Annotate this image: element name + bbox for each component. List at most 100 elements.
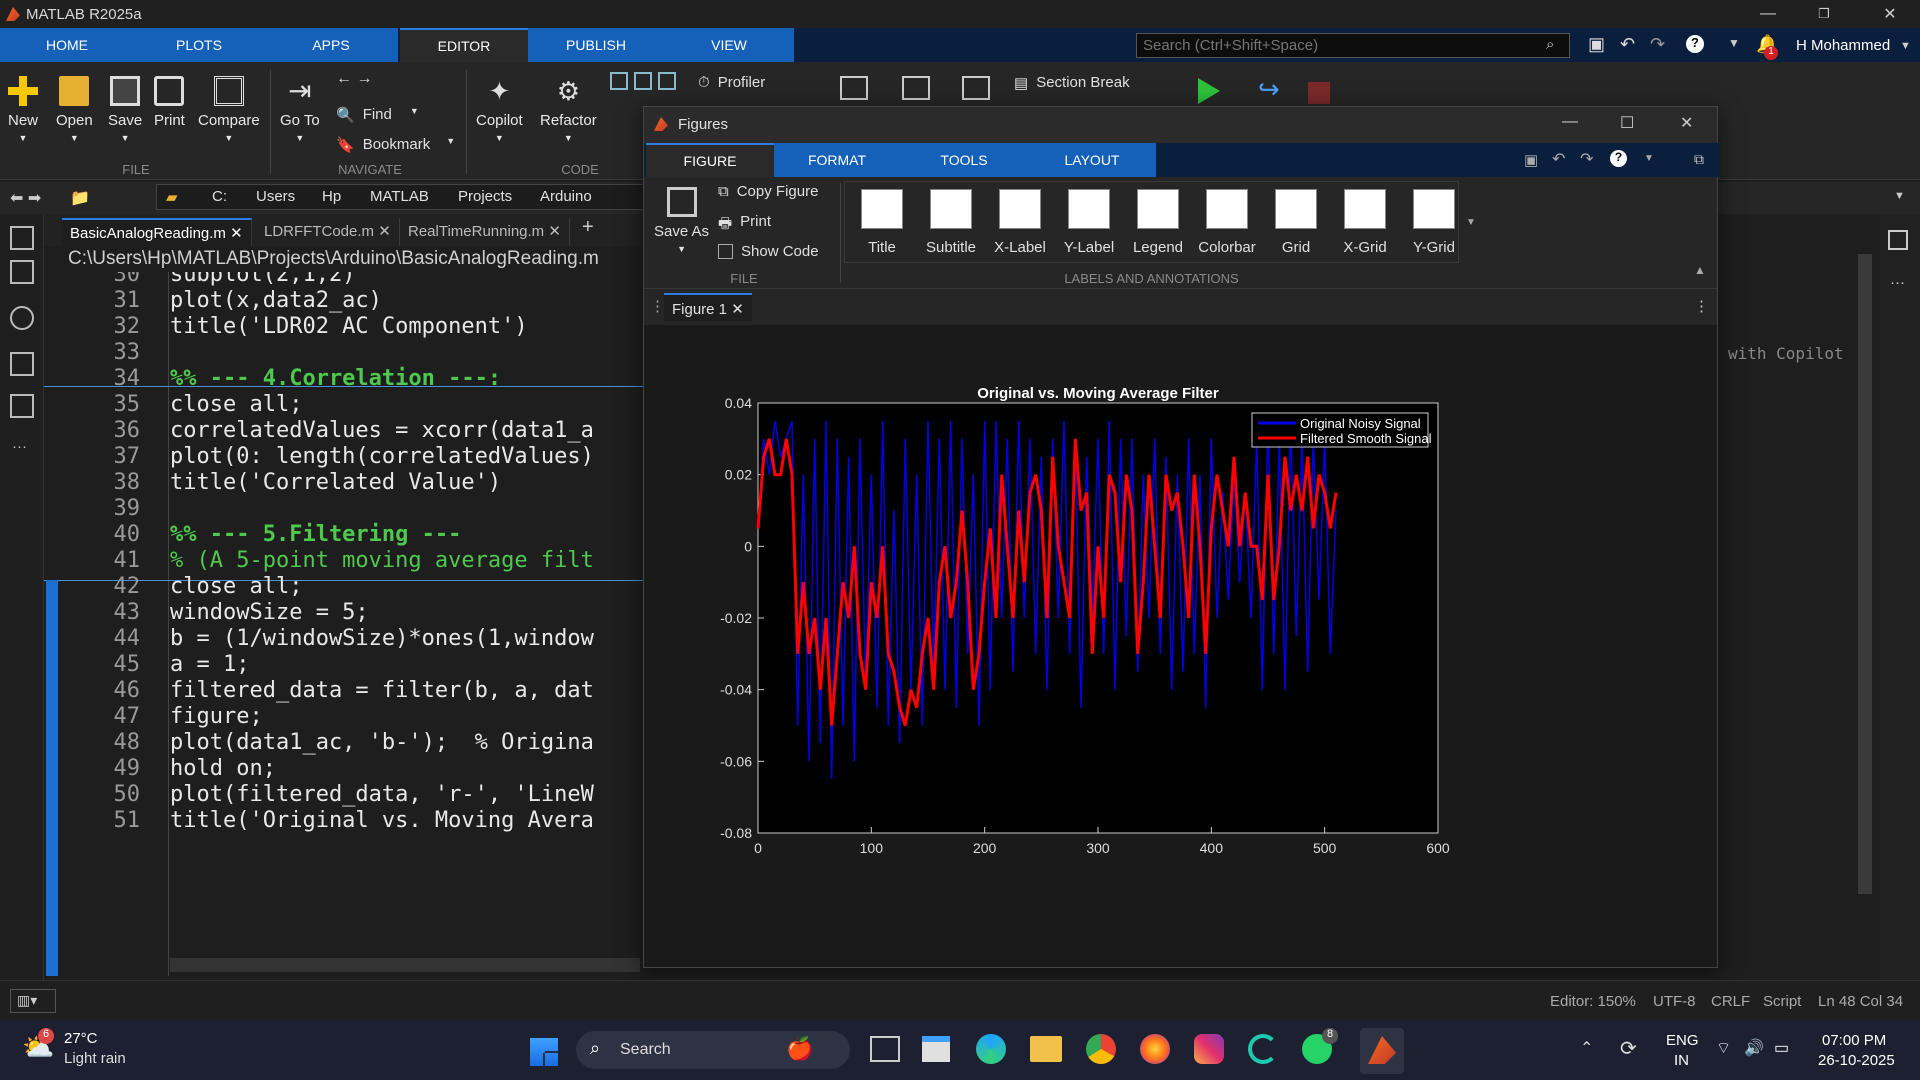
windows-start-icon[interactable] bbox=[530, 1038, 558, 1066]
section-icon[interactable] bbox=[962, 76, 990, 100]
code-line[interactable]: title('Correlated Value') bbox=[170, 470, 501, 495]
plot-svg[interactable]: 0 100 200 300 400 500 600 0.04 0.02 0 -0.02 -0.04 -0… bbox=[644, 325, 1717, 967]
drag-handle-icon[interactable]: ⋮ bbox=[650, 297, 665, 315]
help-icon[interactable]: ? bbox=[1610, 150, 1627, 167]
gallery-y-grid-button[interactable]: Y-Grid bbox=[1408, 189, 1460, 256]
tray-chevron-icon[interactable]: ⌃ bbox=[1580, 1038, 1593, 1058]
minimize-button[interactable]: — bbox=[1740, 0, 1796, 28]
tab-home[interactable]: HOME bbox=[0, 28, 134, 62]
code-line[interactable]: plot(0: length(correlatedValues) bbox=[170, 444, 594, 469]
gallery-title-button[interactable]: Title bbox=[856, 189, 908, 256]
code-tool-icon[interactable] bbox=[610, 72, 628, 90]
app-icon[interactable] bbox=[1248, 1034, 1278, 1064]
code-line[interactable]: hold on; bbox=[170, 756, 276, 781]
editor-tab-basicanalog[interactable]: BasicAnalogReading.m ✕ bbox=[62, 218, 252, 246]
history-icon[interactable] bbox=[10, 306, 34, 330]
volume-icon[interactable]: 🔊 bbox=[1744, 1038, 1764, 1058]
user-name[interactable]: H Mohammed bbox=[1796, 37, 1890, 54]
copy-figure-button[interactable]: ⧉ Copy Figure bbox=[718, 183, 818, 200]
save-button[interactable]: Save ▼ bbox=[108, 76, 142, 143]
help-icon[interactable]: ? bbox=[1686, 35, 1704, 53]
code-line[interactable]: b = (1/windowSize)*ones(1,window bbox=[170, 626, 594, 651]
gallery-colorbar-button[interactable]: Colorbar bbox=[1198, 189, 1256, 256]
find-button[interactable]: 🔍 Find ▼ bbox=[336, 106, 419, 124]
tab-view[interactable]: VIEW bbox=[664, 28, 794, 62]
copilot-button[interactable]: ✦ Copilot ▼ bbox=[476, 76, 523, 143]
tab-apps[interactable]: APPS bbox=[264, 28, 398, 62]
editor-tab-realtime[interactable]: RealTimeRunning.m ✕ bbox=[400, 218, 570, 246]
panel-toggle-icon[interactable]: ▥▾ bbox=[10, 989, 56, 1013]
stop-icon[interactable] bbox=[1308, 82, 1330, 104]
more-icon[interactable]: ··· bbox=[1890, 274, 1905, 291]
code-line[interactable]: title('LDR02 AC Component') bbox=[170, 314, 528, 339]
language-code[interactable]: ENG bbox=[1666, 1032, 1699, 1049]
figure-1-tab[interactable]: Figure 1 ✕ bbox=[664, 293, 752, 321]
goto-button[interactable]: ⇥ Go To ▼ bbox=[280, 76, 320, 144]
back-icon[interactable]: ⬅ ➡ bbox=[10, 188, 41, 208]
open-button[interactable]: Open ▼ bbox=[56, 76, 93, 143]
search-input[interactable] bbox=[1136, 33, 1570, 58]
task-view-icon[interactable] bbox=[870, 1036, 900, 1062]
minimize-button[interactable]: — bbox=[1562, 113, 1578, 131]
undock-icon[interactable]: ⧉ bbox=[1694, 151, 1704, 168]
code-line[interactable]: filtered_data = filter(b, a, dat bbox=[170, 678, 594, 703]
store-icon[interactable] bbox=[922, 1036, 950, 1062]
files-icon[interactable] bbox=[10, 226, 34, 250]
code-line[interactable]: correlatedValues = xcorr(data1_a bbox=[170, 418, 594, 443]
filetype-status[interactable]: Script bbox=[1763, 993, 1801, 1010]
gallery-subtitle-button[interactable]: Subtitle bbox=[925, 189, 977, 256]
bookmark-button[interactable]: 🔖 Bookmark ▼ bbox=[336, 136, 455, 154]
tab-layout[interactable]: LAYOUT bbox=[1028, 143, 1156, 177]
code-line[interactable]: % (A 5-point moving average filt bbox=[170, 548, 594, 573]
search-icon[interactable]: ⌕ bbox=[1546, 36, 1554, 53]
eol-status[interactable]: CRLF bbox=[1711, 993, 1750, 1010]
close-icon[interactable]: ✕ bbox=[731, 301, 744, 318]
show-code-checkbox[interactable]: Show Code bbox=[718, 243, 819, 260]
code-line[interactable]: a = 1; bbox=[170, 652, 249, 677]
user-menu-chevron-icon[interactable]: ▼ bbox=[1900, 40, 1911, 52]
instagram-icon[interactable] bbox=[1194, 1034, 1224, 1064]
chrome-icon[interactable] bbox=[1086, 1034, 1116, 1064]
encoding-status[interactable]: UTF-8 bbox=[1653, 993, 1696, 1010]
code-line[interactable]: windowSize = 5; bbox=[170, 600, 369, 625]
gallery-x-label-button[interactable]: X-Label bbox=[994, 189, 1046, 256]
section-icon[interactable] bbox=[902, 76, 930, 100]
close-icon[interactable]: ✕ bbox=[378, 223, 391, 240]
crumb-arduino[interactable]: Arduino bbox=[540, 188, 592, 205]
tab-figure[interactable]: FIGURE bbox=[646, 143, 774, 177]
save-as-button[interactable]: Save As ▼ bbox=[654, 187, 709, 254]
crumb-users[interactable]: Users bbox=[256, 188, 295, 205]
crumb-matlab[interactable]: MATLAB bbox=[370, 188, 429, 205]
print-button[interactable]: Print bbox=[154, 76, 185, 129]
editor-tab-ldrfft[interactable]: LDRFFTCode.m ✕ bbox=[256, 218, 400, 246]
code-tool-icon[interactable] bbox=[658, 72, 676, 90]
code-line[interactable]: plot(x,data2_ac) bbox=[170, 288, 382, 313]
sync-icon[interactable]: ⟳ bbox=[1620, 1036, 1637, 1061]
close-button[interactable]: ✕ bbox=[1680, 113, 1693, 133]
crumb-c[interactable]: C: bbox=[212, 188, 227, 205]
undo-icon[interactable]: ↶ bbox=[1552, 149, 1565, 169]
crumb-hp[interactable]: Hp bbox=[322, 188, 341, 205]
close-button[interactable]: ✕ bbox=[1862, 0, 1918, 28]
tab-format[interactable]: FORMAT bbox=[774, 143, 900, 177]
back-forward-icon[interactable]: ← → bbox=[336, 70, 372, 88]
code-tool-icon[interactable] bbox=[634, 72, 652, 90]
section-break-button[interactable]: ▤ Section Break bbox=[1014, 74, 1130, 92]
tab-editor[interactable]: EDITOR bbox=[400, 28, 528, 62]
firefox-icon[interactable] bbox=[1140, 1034, 1170, 1064]
compare-button[interactable]: Compare ▼ bbox=[198, 76, 260, 143]
zoom-status[interactable]: Editor: 150% bbox=[1550, 993, 1636, 1010]
add-tab-icon[interactable]: + bbox=[582, 216, 594, 239]
tab-plots[interactable]: PLOTS bbox=[134, 28, 264, 62]
code-line[interactable]: %% --- 4.Correlation ---: bbox=[170, 366, 501, 391]
print-figure-button[interactable]: 🖶 Print bbox=[718, 213, 771, 238]
panel-icon[interactable] bbox=[1888, 230, 1908, 250]
new-button[interactable]: New ▼ bbox=[8, 76, 38, 143]
gallery-expand-icon[interactable]: ▼ bbox=[1466, 217, 1476, 228]
redo-icon[interactable]: ↷ bbox=[1650, 34, 1665, 55]
code-line[interactable]: close all; bbox=[170, 574, 302, 599]
gallery-x-grid-button[interactable]: X-Grid bbox=[1339, 189, 1391, 256]
close-icon[interactable]: ✕ bbox=[230, 225, 243, 242]
figure-canvas[interactable]: 0 100 200 300 400 500 600 0.04 0.02 0 -0.02 -0.04 -0… bbox=[644, 325, 1717, 967]
tab-publish[interactable]: PUBLISH bbox=[528, 28, 664, 62]
